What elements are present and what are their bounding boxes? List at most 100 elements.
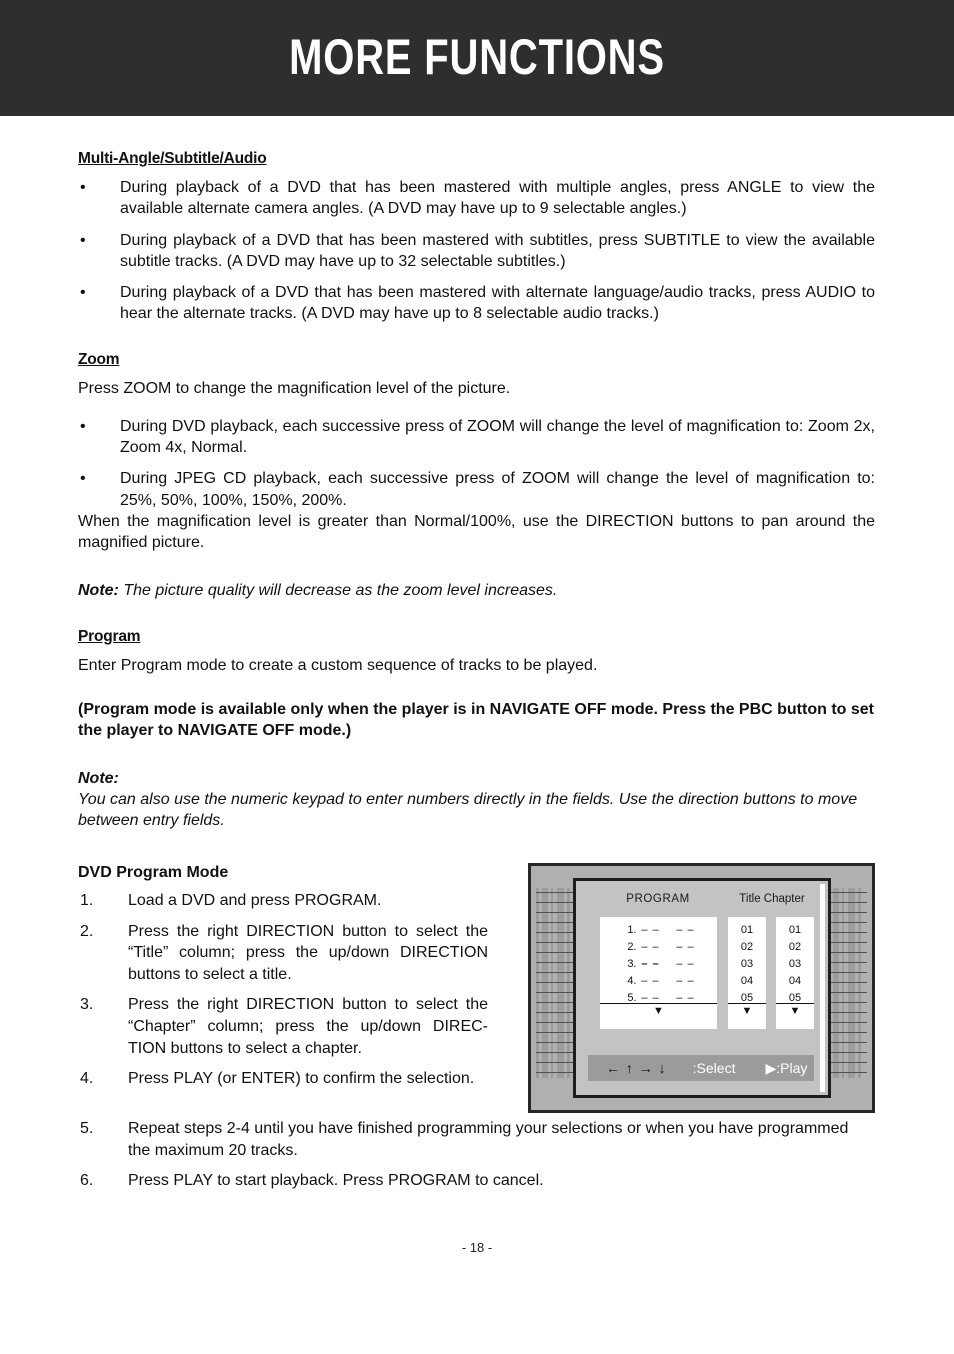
list-item-text: During DVD playback, each successive pre… [120, 417, 875, 457]
osd-title-column[interactable]: 01 02 03 04 05 ▼ [728, 917, 766, 1029]
zoom-note: Note: The picture quality will decrease … [78, 580, 875, 601]
osd-program-rows: 1. – – – – 2. – – – – 3. – – – – 4. – – [600, 917, 717, 1007]
zoom-bullet-list: • During DVD playback, each successive p… [78, 416, 875, 511]
list-item-text: During playback of a DVD that has been m… [120, 179, 875, 218]
osd-title-value[interactable]: 02 [728, 939, 766, 956]
list-item-text: Press PLAY to start playback. Press PROG… [128, 1172, 544, 1190]
program-note-label-line: Note: [78, 768, 875, 789]
list-item: 6. Press PLAY to start playback. Press P… [78, 1170, 875, 1192]
osd-chapter-value[interactable]: 04 [776, 973, 814, 990]
list-item-text: During playback of a DVD that has been m… [120, 284, 875, 323]
bullet-icon: • [80, 417, 86, 435]
program-note-text: You can also use the numeric keypad to e… [78, 790, 858, 830]
osd-select-hint: :Select [692, 1060, 736, 1076]
osd-row-title-value[interactable]: – – [637, 922, 665, 939]
osd-screen: PROGRAM Title Chapter 1. – – – – 2. – – … [573, 878, 831, 1098]
halftone-texture-left [536, 888, 576, 1078]
osd-program-row[interactable]: 1. – – – – [600, 922, 717, 939]
bullet-icon: • [80, 179, 86, 196]
section-heading-multi-angle: Multi-Angle/Subtitle/Audio [78, 150, 267, 167]
list-item-number: 3. [80, 996, 94, 1014]
direction-arrows-icon: ← ↑ → ↓ [606, 1060, 667, 1076]
note-label: Note: [78, 769, 119, 787]
zoom-outro-paragraph: When the magnification level is greater … [78, 512, 875, 552]
list-item-text: Repeat steps 2-4 until you have finished… [128, 1120, 849, 1159]
osd-row-title-value[interactable]: – – [637, 973, 665, 990]
note-label: Note: [78, 582, 119, 600]
list-item-text: During JPEG CD playback, each successive… [120, 470, 875, 509]
osd-hint-bar: ← ↑ → ↓ :Select ▶:Play [588, 1055, 814, 1081]
list-item-number: 2. [80, 922, 94, 940]
list-item-text: During playback of a DVD that has been m… [120, 231, 875, 270]
osd-row-chapter-value[interactable]: – – [671, 973, 701, 990]
osd-program-row[interactable]: 2. – – – – [600, 939, 717, 956]
divider [600, 1003, 717, 1004]
list-item-text: Press the right DIRECTION button to sele… [128, 922, 488, 983]
osd-play-hint: ▶:Play [765, 1059, 808, 1076]
osd-program-row[interactable]: 4. – – – – [600, 973, 717, 990]
divider [776, 1003, 814, 1004]
list-item: 3. Press the right DIRECTION button to s… [78, 994, 488, 1059]
osd-row-chapter-value[interactable]: – – [671, 939, 701, 956]
osd-row-number: 1. [627, 924, 637, 936]
page-title: MORE FUNCTIONS [289, 29, 665, 85]
dvd-program-steps-column: DVD Program Mode 1. Load a DVD and press… [78, 864, 488, 1090]
page-header-banner: MORE FUNCTIONS [0, 0, 954, 116]
bullet-icon: • [80, 470, 86, 488]
osd-program-row-selected[interactable]: 3. – – – – [600, 956, 717, 973]
list-item: • During playback of a DVD that has been… [78, 282, 875, 325]
osd-chapter-value[interactable]: 02 [776, 939, 814, 956]
list-item: 5. Repeat steps 2-4 until you have finis… [78, 1118, 875, 1161]
dvd-program-osd-illustration: PROGRAM Title Chapter 1. – – – – 2. – – … [528, 863, 875, 1113]
osd-program-list[interactable]: 1. – – – – 2. – – – – 3. – – – – 4. – – [600, 917, 717, 1029]
osd-title-value[interactable]: 01 [728, 917, 766, 939]
list-item: • During playback of a DVD that has been… [78, 230, 875, 273]
osd-row-title-value[interactable]: – – [637, 939, 665, 956]
osd-chapter-column[interactable]: 01 02 03 04 05 ▼ [776, 917, 814, 1029]
list-item: 1. Load a DVD and press PROGRAM. [78, 890, 488, 912]
osd-header-row: PROGRAM Title Chapter [576, 893, 823, 911]
zoom-intro-paragraph: Press ZOOM to change the magnification l… [78, 379, 511, 397]
osd-program-header-label: PROGRAM [626, 893, 690, 905]
list-item: 2. Press the right DIRECTION button to s… [78, 921, 488, 986]
osd-screen-highlight [820, 884, 825, 1092]
list-item-text: Press the right DIRECTION button to sele… [128, 996, 488, 1057]
list-item: • During JPEG CD playback, each successi… [78, 468, 875, 511]
scroll-down-caret-icon[interactable]: ▼ [600, 1005, 717, 1018]
multi-angle-bullet-list: • During playback of a DVD that has been… [78, 177, 875, 325]
scroll-down-caret-icon[interactable]: ▼ [728, 1005, 766, 1018]
list-item-number: 4. [80, 1070, 94, 1088]
osd-chapter-value[interactable]: 03 [776, 956, 814, 973]
osd-row-chapter-value[interactable]: – – [671, 922, 701, 939]
osd-row-number: 4. [627, 975, 637, 988]
list-item-text: Load a DVD and press PROGRAM. [128, 892, 382, 909]
note-text: The picture quality will decrease as the… [123, 582, 558, 600]
dvd-program-steps-tail: 5. Repeat steps 2-4 until you have finis… [78, 1118, 875, 1201]
osd-title-chapter-header-label: Title Chapter [739, 893, 805, 905]
osd-chapter-value[interactable]: 01 [776, 917, 814, 939]
osd-row-number: 3. [627, 958, 637, 971]
program-intro-paragraph: Enter Program mode to create a custom se… [78, 656, 598, 674]
list-item: • During DVD playback, each successive p… [78, 416, 875, 459]
scroll-down-caret-icon[interactable]: ▼ [776, 1005, 814, 1018]
dvd-program-steps-list: 1. Load a DVD and press PROGRAM. 2. Pres… [78, 890, 488, 1090]
program-mode-availability-note: (Program mode is available only when the… [78, 700, 874, 740]
document-content: Multi-Angle/Subtitle/Audio • During play… [78, 150, 875, 831]
osd-title-value[interactable]: 03 [728, 956, 766, 973]
section-heading-zoom: Zoom [78, 350, 120, 368]
list-item: 4. Press PLAY (or ENTER) to confirm the … [78, 1068, 488, 1090]
bullet-icon: • [80, 284, 86, 302]
osd-row-title-value[interactable]: – – [637, 956, 665, 973]
section-heading-dvd-program-mode: DVD Program Mode [78, 864, 229, 881]
list-item-number: 1. [80, 892, 94, 909]
list-item: • During playback of a DVD that has been… [78, 177, 875, 220]
list-item-number: 5. [80, 1120, 94, 1137]
list-item-text: Press PLAY (or ENTER) to confirm the sel… [128, 1070, 475, 1088]
halftone-texture-right [827, 888, 867, 1078]
bullet-icon: • [80, 231, 86, 249]
osd-row-chapter-value[interactable]: – – [671, 956, 701, 973]
osd-row-number: 2. [627, 941, 637, 954]
list-item-number: 6. [80, 1172, 94, 1190]
osd-title-value[interactable]: 04 [728, 973, 766, 990]
divider [728, 1003, 766, 1004]
